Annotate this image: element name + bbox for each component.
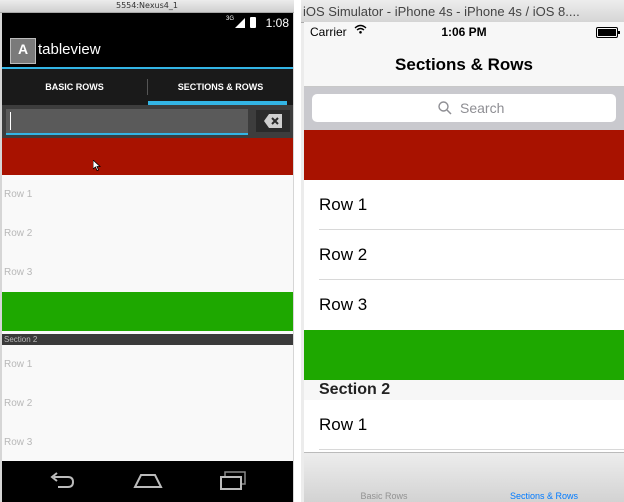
table-row[interactable]: Row 2	[2, 384, 293, 423]
ios-navigation-bar: Sections & Rows	[304, 42, 624, 87]
table-header-red	[2, 138, 293, 175]
signal-icon	[235, 18, 245, 28]
row-label: Row 3	[319, 295, 368, 314]
mouse-cursor-icon	[93, 160, 101, 171]
search-input[interactable]	[6, 109, 248, 135]
search-input[interactable]: Search	[312, 94, 616, 122]
ios-screen: Carrier 1:06 PM Sections & Rows Search R…	[304, 22, 624, 502]
tab-label: SECTIONS & ROWS	[177, 82, 264, 92]
section-header-label: Section 2	[4, 335, 38, 344]
android-tab-bar: BASIC ROWS SECTIONS & ROWS	[2, 69, 293, 105]
section-footer-green	[304, 330, 624, 380]
status-time: 1:08	[265, 16, 289, 30]
android-window-title: 5554:Nexus4_1	[116, 1, 178, 10]
android-screen: 3G 1:08 A tableview BASIC ROWS SECTIONS …	[2, 13, 293, 502]
table-row[interactable]: Row 1	[304, 180, 624, 230]
row-separator	[319, 449, 624, 450]
section-header: Section 2	[304, 380, 624, 400]
home-icon[interactable]	[133, 471, 163, 489]
table-row[interactable]: Row 1	[2, 175, 293, 214]
android-emulator-window: 5554:Nexus4_1 3G 1:08 A tableview BASIC …	[0, 0, 294, 502]
android-window-titlebar: 5554:Nexus4_1	[0, 0, 294, 13]
battery-icon	[596, 27, 620, 38]
table-row[interactable]: Row 3	[2, 423, 293, 462]
row-label: Row 1	[4, 189, 33, 200]
page-title: Sections & Rows	[395, 55, 533, 74]
ios-window-titlebar: iOS Simulator - iPhone 4s - iPhone 4s / …	[301, 0, 624, 23]
search-placeholder: Search	[460, 100, 505, 116]
row-label: Row 1	[4, 359, 33, 370]
search-icon	[438, 101, 452, 115]
tab-basic-rows[interactable]: Basic Rows	[304, 491, 464, 501]
back-icon[interactable]	[48, 471, 76, 489]
battery-icon	[250, 17, 256, 28]
tab-sections-rows[interactable]: SECTIONS & ROWS	[148, 69, 293, 105]
section-header-label: Section 2	[319, 381, 391, 398]
status-time: 1:06 PM	[441, 25, 487, 39]
network-type-label: 3G	[225, 16, 234, 22]
android-table-view: Row 1 Row 2 Row 3 Section 2 Row 1 Row 2 …	[2, 138, 293, 462]
row-label: Row 3	[4, 267, 33, 278]
app-title: tableview	[38, 41, 101, 58]
ios-status-bar: Carrier 1:06 PM	[304, 22, 624, 42]
row-label: Row 1	[319, 195, 368, 214]
row-label: Row 2	[319, 245, 368, 264]
backspace-clear-icon	[264, 114, 282, 128]
tab-label: BASIC ROWS	[45, 82, 104, 92]
table-row[interactable]: Row 2	[304, 230, 624, 280]
table-row[interactable]: Row 1	[2, 345, 293, 384]
ios-window-title: iOS Simulator - iPhone 4s - iPhone 4s / …	[303, 4, 580, 19]
table-header-red	[304, 130, 624, 180]
android-search-bar	[2, 105, 293, 138]
android-status-bar: 3G 1:08	[2, 13, 293, 33]
recent-apps-icon[interactable]	[220, 471, 246, 491]
row-label: Row 2	[4, 398, 33, 409]
ios-search-bar: Search	[304, 87, 624, 130]
clear-search-button[interactable]	[256, 110, 290, 132]
table-row[interactable]: Row 3	[2, 253, 293, 292]
ios-tab-bar: Basic Rows Sections & Rows	[304, 452, 624, 502]
app-icon: A	[10, 38, 36, 64]
table-row[interactable]: Row 3	[304, 280, 624, 330]
ios-table-view: Row 1 Row 2 Row 3 Section 2 Row 1	[304, 130, 624, 452]
tab-sections-rows[interactable]: Sections & Rows	[464, 491, 624, 501]
android-action-bar: A tableview	[2, 33, 293, 69]
row-label: Row 3	[4, 437, 33, 448]
table-row[interactable]: Row 2	[2, 214, 293, 253]
row-label: Row 1	[319, 415, 368, 434]
section-footer-green	[2, 292, 293, 331]
table-row[interactable]: Row 1	[304, 400, 624, 450]
app-icon-letter: A	[17, 41, 29, 57]
text-cursor	[10, 112, 11, 130]
tab-basic-rows[interactable]: BASIC ROWS	[2, 69, 147, 105]
ios-simulator-window: iOS Simulator - iPhone 4s - iPhone 4s / …	[301, 0, 624, 502]
row-label: Row 2	[4, 228, 33, 239]
android-navigation-bar	[2, 461, 293, 502]
